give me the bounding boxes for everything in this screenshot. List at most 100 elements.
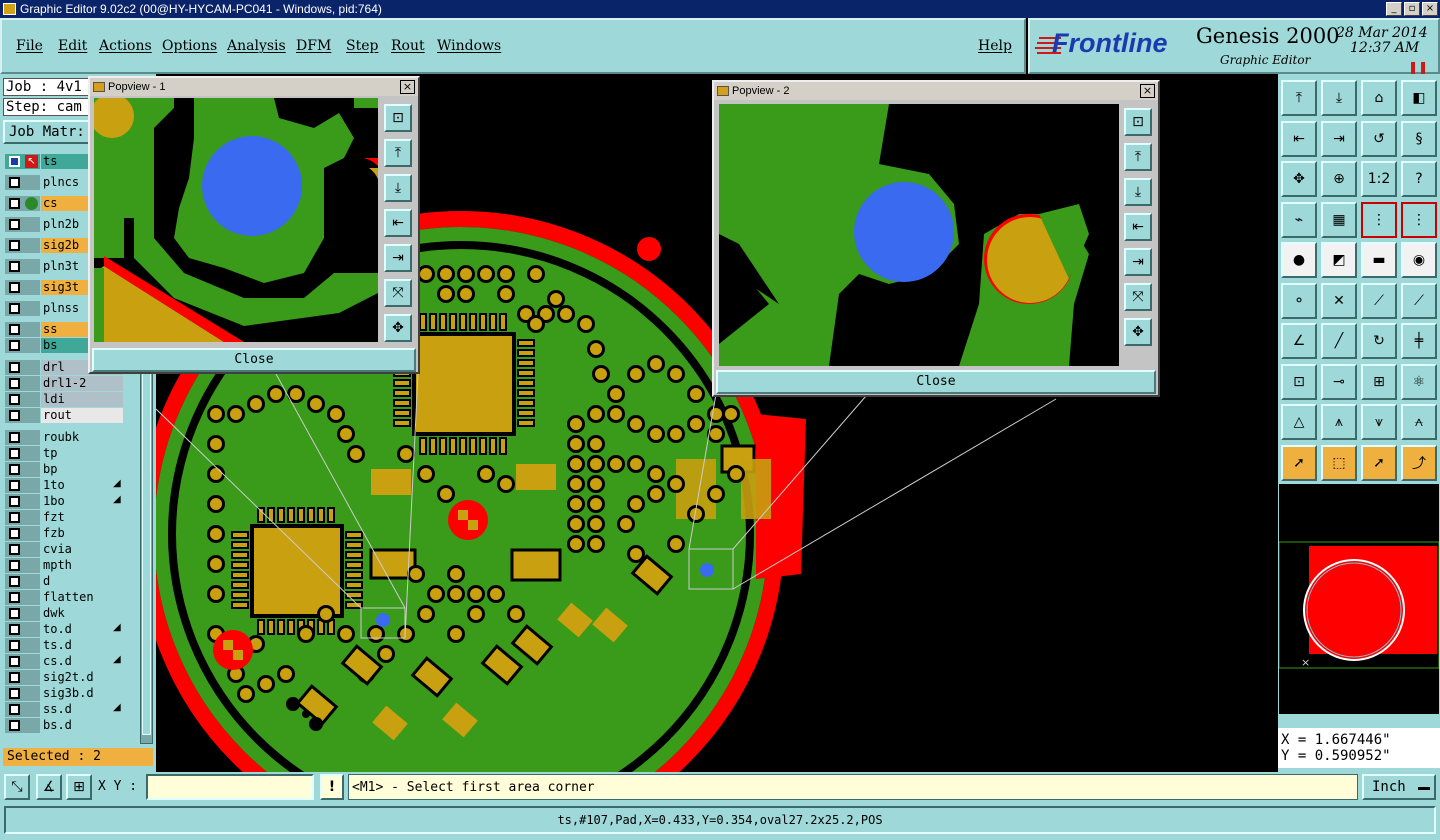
popview-2-canvas[interactable] (719, 104, 1119, 366)
popview-tool-button[interactable]: ⤒ (384, 139, 412, 167)
tool-button[interactable]: ◧ (1401, 80, 1437, 116)
popview-tool-button[interactable]: ⤓ (1124, 178, 1152, 206)
layer-checkbox[interactable] (9, 512, 20, 523)
tool-button[interactable]: ⊡ (1281, 363, 1317, 400)
tool-button[interactable]: ➚ (1281, 444, 1317, 481)
layer-row[interactable]: roubk (5, 430, 123, 445)
popview-tool-button[interactable]: ⇥ (384, 244, 412, 272)
layer-row[interactable]: drl1-2 (5, 376, 123, 391)
tool-button[interactable]: ⤓ (1321, 80, 1357, 116)
tool-button[interactable]: ⊸ (1321, 363, 1357, 400)
layer-checkbox[interactable] (9, 528, 20, 539)
popview-tool-button[interactable]: ✥ (1124, 318, 1152, 346)
snap-tool-button[interactable]: ⊞ (66, 774, 92, 800)
tool-button[interactable]: ⤴ (1401, 444, 1437, 481)
layer-checkbox[interactable] (9, 672, 20, 683)
layer-row[interactable]: 1bo ◢ (5, 494, 123, 509)
overview-map[interactable]: × (1279, 484, 1439, 714)
tool-button[interactable]: ⬚ (1321, 444, 1357, 481)
xy-input[interactable] (146, 774, 314, 800)
layer-checkbox[interactable] (9, 640, 20, 651)
popview-1-title-bar[interactable]: Popview - 1 (90, 78, 418, 96)
layer-checkbox[interactable] (9, 410, 20, 421)
layer-row[interactable]: sig3b.d (5, 686, 123, 701)
layer-checkbox[interactable] (9, 198, 20, 209)
layer-row[interactable]: ldi (5, 392, 123, 407)
menu-rout[interactable]: Rout (391, 38, 425, 54)
layer-checkbox[interactable] (9, 560, 20, 571)
tool-button[interactable]: ⤒ (1281, 80, 1317, 116)
tool-button[interactable]: ? (1401, 161, 1437, 197)
menu-dfm[interactable]: DFM (296, 38, 331, 54)
menu-options[interactable]: Options (162, 38, 217, 54)
tool-button[interactable]: ⩚ (1321, 404, 1357, 440)
tool-button[interactable]: ⋮ (1401, 201, 1437, 238)
layer-row[interactable]: bp (5, 462, 123, 477)
tool-button[interactable]: ◉ (1401, 242, 1437, 278)
layer-checkbox[interactable] (9, 394, 20, 405)
layer-row[interactable]: dwk (5, 606, 123, 621)
layer-checkbox[interactable] (9, 240, 20, 251)
layer-checkbox[interactable] (9, 656, 20, 667)
tool-button[interactable]: ⚬ (1281, 282, 1317, 319)
layer-checkbox[interactable] (9, 282, 20, 293)
tool-button[interactable]: ⩛ (1361, 404, 1397, 440)
layer-checkbox[interactable] (9, 464, 20, 475)
layer-checkbox[interactable] (9, 688, 20, 699)
tool-button[interactable]: ✕ (1321, 282, 1357, 319)
layer-checkbox[interactable] (9, 576, 20, 587)
tool-button[interactable]: ↺ (1361, 120, 1397, 157)
maximize-button[interactable]: ▫ (1404, 2, 1420, 16)
popview-tool-button[interactable]: ⇤ (384, 209, 412, 237)
tool-button[interactable]: △ (1281, 404, 1317, 440)
popview-2-close-button[interactable]: Close (716, 370, 1156, 394)
tool-button[interactable]: ⟋ (1401, 282, 1437, 319)
tool-button[interactable]: ⌁ (1281, 201, 1317, 238)
measure-tool-button[interactable]: ∡ (36, 774, 62, 800)
layer-checkbox[interactable] (9, 156, 20, 167)
layer-checkbox[interactable] (9, 496, 20, 507)
menu-file[interactable]: File (16, 38, 43, 54)
tool-button[interactable]: ◩ (1321, 242, 1357, 278)
layer-row[interactable]: bs.d (5, 718, 123, 733)
layer-row[interactable]: mpth (5, 558, 123, 573)
layer-row[interactable]: ss.d ◢ (5, 702, 123, 717)
tool-button[interactable]: ⌂ (1361, 80, 1397, 116)
popview-tool-button[interactable]: ⤧ (384, 279, 412, 307)
popview-tool-button[interactable]: ✥ (384, 314, 412, 342)
tool-button[interactable]: § (1401, 120, 1437, 157)
tool-button[interactable]: ⩜ (1401, 404, 1437, 440)
layer-checkbox[interactable] (9, 378, 20, 389)
popview-1-canvas[interactable] (94, 98, 378, 342)
layer-row[interactable]: fzb (5, 526, 123, 541)
layer-row[interactable]: cvia (5, 542, 123, 557)
tool-button[interactable]: ⇥ (1321, 120, 1357, 157)
tool-button[interactable]: ╱ (1321, 323, 1357, 359)
popview-2-close-icon[interactable]: × (1140, 84, 1155, 98)
layer-row[interactable]: fzt (5, 510, 123, 525)
layer-row[interactable]: cs.d ◢ (5, 654, 123, 669)
layer-row[interactable]: 1to ◢ (5, 478, 123, 493)
menu-analysis[interactable]: Analysis (227, 38, 286, 54)
menu-edit[interactable]: Edit (58, 38, 87, 54)
layer-checkbox[interactable] (9, 177, 20, 188)
popview-1-close-icon[interactable]: × (400, 80, 415, 94)
layer-checkbox[interactable] (9, 432, 20, 443)
tool-button[interactable]: ● (1281, 242, 1317, 278)
tool-button[interactable]: ⊕ (1321, 161, 1357, 197)
popview-tool-button[interactable]: ⤒ (1124, 143, 1152, 171)
popview-tool-button[interactable]: ⇥ (1124, 248, 1152, 276)
layer-checkbox[interactable] (9, 324, 20, 335)
popview-1-close-button[interactable]: Close (92, 348, 416, 372)
draw-tool-button[interactable]: ⤡ (4, 774, 30, 800)
layer-checkbox[interactable] (9, 480, 20, 491)
popview-tool-button[interactable]: ⤧ (1124, 283, 1152, 311)
layer-checkbox[interactable] (9, 544, 20, 555)
layer-row[interactable]: rout (5, 408, 123, 423)
layer-row[interactable]: to.d ◢ (5, 622, 123, 637)
tool-button[interactable]: ∠ (1281, 323, 1317, 359)
tool-button[interactable]: ➚ (1361, 444, 1397, 481)
layer-checkbox[interactable] (9, 624, 20, 635)
layer-checkbox[interactable] (9, 219, 20, 230)
popview-tool-button[interactable]: ⇤ (1124, 213, 1152, 241)
